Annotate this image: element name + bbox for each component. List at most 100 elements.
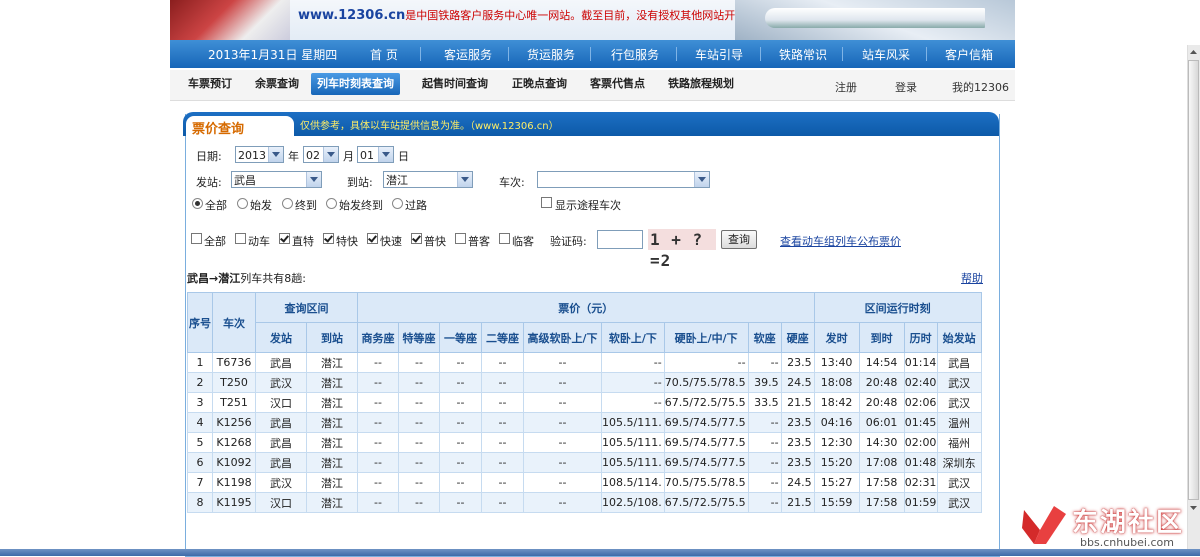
result-summary: 武昌→潜江列车共有8趟: [187,270,306,286]
month-unit: 月 [343,150,354,163]
type-emu-label: 动车 [248,235,270,248]
table-cell: 14:30 [858,432,905,453]
table-cell: -- [398,392,440,413]
table-cell: 69.5/74.5/77.5 [663,432,749,453]
header-soft-seat: 软座 [747,322,782,353]
table-cell: 105.5/111. [601,412,665,433]
header-to-station: 到站 [306,322,358,353]
nav-home[interactable]: 首 页 [370,46,398,63]
show-passing-checkbox[interactable] [541,197,552,208]
subnav-delay-query[interactable]: 正晚点查询 [512,73,567,95]
nav-station-guide[interactable]: 车站引导 [695,46,743,63]
table-cell: -- [439,432,482,453]
type-express-checkbox[interactable] [323,233,334,244]
help-link[interactable]: 帮助 [961,270,983,286]
nav-passenger-service[interactable]: 客运服务 [444,46,492,63]
captcha-input[interactable] [597,230,643,249]
month-select[interactable]: 02 [303,146,339,163]
table-cell: 潜江 [306,372,358,393]
table-row: 3 T251 汉口 潜江 -- -- -- -- -- -- 67.5/72.5/75.5 33.5 2… [187,392,982,413]
result-count: 列车共有8趟: [240,272,306,285]
subnav-remaining-tickets[interactable]: 余票查询 [255,73,299,95]
table-cell: 108.5/114. [601,472,665,493]
login-link[interactable]: 登录 [895,79,917,95]
type-fast-checkbox[interactable] [367,233,378,244]
scroll-up-arrow-icon[interactable] [1188,46,1199,58]
header-deluxe-sleeper: 高级软卧上/下 [523,322,602,353]
table-cell: -- [439,452,482,473]
captcha-image[interactable]: 1 + ?=2 [648,229,716,270]
radio-origin[interactable] [237,198,248,209]
table-cell: 武汉 [936,392,982,413]
header-premium-seat: 特等座 [398,322,440,353]
radio-passing[interactable] [392,198,403,209]
table-cell: -- [747,472,782,493]
chevron-down-icon [457,172,472,187]
sub-nav: 车票预订 余票查询 列车时刻表查询 起售时间查询 正晚点查询 客票代售点 铁路旅… [170,70,1015,101]
table-cell: 武汉 [255,472,307,493]
query-button[interactable]: 查询 [721,230,757,249]
windows-taskbar[interactable] [0,549,1200,556]
subnav-sale-time-query[interactable]: 起售时间查询 [422,73,488,95]
type-ordinary-fast-checkbox[interactable] [411,233,422,244]
subnav-ticket-booking[interactable]: 车票预订 [188,73,232,95]
table-cell: -- [439,392,482,413]
table-cell: 武昌 [936,352,982,373]
register-link[interactable]: 注册 [835,79,857,95]
subnav-trip-planning[interactable]: 铁路旅程规划 [668,73,734,95]
train-number-select[interactable] [537,171,710,188]
table-cell: 24.5 [780,472,815,493]
table-cell: 01:14 [903,352,938,373]
radio-all[interactable] [192,198,203,209]
nav-luggage-service[interactable]: 行包服务 [611,46,659,63]
scrollbar-thumb[interactable] [1188,60,1199,500]
day-select[interactable]: 01 [357,146,394,163]
table-cell: T251 [212,392,256,413]
type-emu-checkbox[interactable] [235,233,246,244]
to-station-select[interactable]: 潜江 [383,171,473,188]
table-cell: 70.5/75.5/78.5 [663,472,749,493]
table-cell: 67.5/72.5/75.5 [663,392,749,413]
radio-origin-terminal[interactable] [326,198,337,209]
year-select[interactable]: 2013 [235,146,284,163]
table-cell: 7 [187,472,213,493]
type-direct-express-checkbox[interactable] [279,233,290,244]
table-cell: 武昌 [255,452,307,473]
scroll-down-arrow-icon[interactable] [1188,502,1199,514]
table-cell: 武汉 [936,492,982,513]
table-cell: 69.5/74.5/77.5 [663,412,749,433]
header-hard-sleeper: 硬卧上/中/下 [663,322,749,353]
table-cell: -- [398,372,440,393]
table-row: 2 T250 武汉 潜江 -- -- -- -- -- -- 70.5/75.5/78.5 39.5 2… [187,372,982,393]
table-cell: 02:00 [903,432,938,453]
type-temporary-checkbox[interactable] [499,233,510,244]
table-cell: 2 [187,372,213,393]
nav-railway-knowledge[interactable]: 铁路常识 [779,46,827,63]
table-cell: -- [481,412,524,433]
type-ordinary-checkbox[interactable] [455,233,466,244]
table-cell: -- [481,392,524,413]
nav-customer-mailbox[interactable]: 客户信箱 [945,46,993,63]
subnav-timetable-query[interactable]: 列车时刻表查询 [311,73,400,95]
current-date: 2013年1月31日 星期四 [208,48,338,62]
type-ordinary-fast-label: 普快 [424,235,446,248]
table-cell: -- [357,372,399,393]
nav-freight-service[interactable]: 货运服务 [527,46,575,63]
table-cell: 12:30 [813,432,860,453]
header-origin-station: 始发站 [936,322,982,353]
type-all-checkbox[interactable] [191,233,202,244]
table-cell: 13:40 [813,352,860,373]
radio-terminal[interactable] [282,198,293,209]
subnav-ticket-agents[interactable]: 客票代售点 [590,73,645,95]
nav-station-gallery[interactable]: 站车风采 [862,46,910,63]
header-hard-seat: 硬座 [780,322,815,353]
table-cell: -- [747,412,782,433]
emu-fare-link[interactable]: 查看动车组列车公布票价 [780,233,901,249]
radio-all-label: 全部 [205,199,227,212]
table-cell: 汉口 [255,392,307,413]
year-unit: 年 [288,150,299,163]
type-fast-label: 快速 [380,235,402,248]
my-12306-link[interactable]: 我的12306 [952,79,1009,95]
from-station-select[interactable]: 武昌 [231,171,322,188]
table-cell: 武汉 [936,472,982,493]
